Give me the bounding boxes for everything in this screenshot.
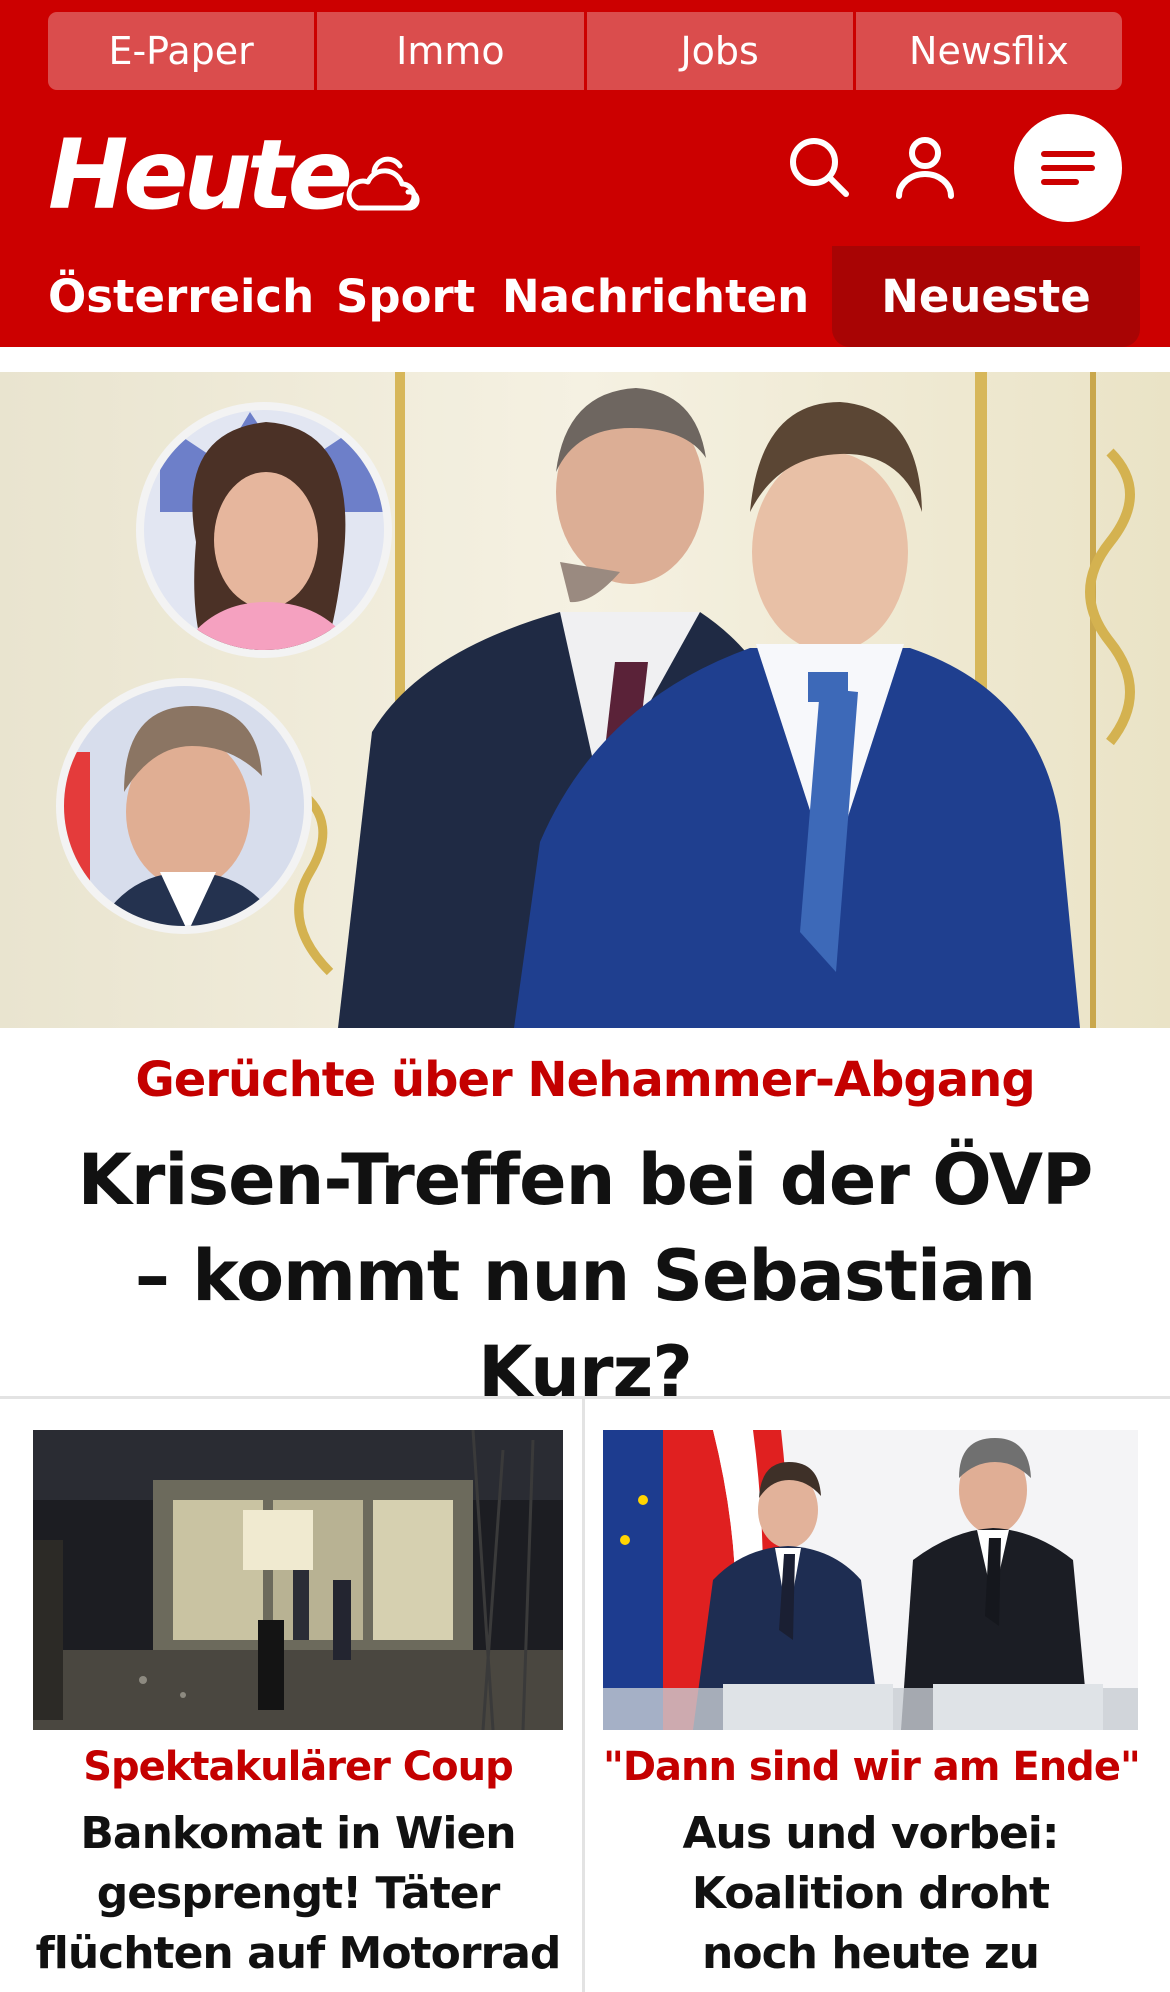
hero-image[interactable] (0, 372, 1170, 1028)
top-nav-item-epaper[interactable]: E-Paper (48, 12, 318, 90)
teaser-image-coalition[interactable] (603, 1430, 1138, 1730)
atm-explosion-photo (33, 1430, 563, 1730)
top-nav-item-jobs[interactable]: Jobs (586, 12, 856, 90)
press-conference-photo (603, 1430, 1138, 1730)
main-nav-item-sport[interactable]: Sport (336, 246, 475, 347)
top-nav: E-Paper Immo Jobs Newsflix (48, 12, 1122, 90)
teaser-headline-atm[interactable]: Bankomat in Wien gesprengt! Täter flücht… (33, 1804, 563, 1984)
hero-kicker[interactable]: Gerüchte über Nehammer-Abgang (0, 1052, 1170, 1108)
column-divider (582, 1396, 585, 1992)
top-nav-item-immo[interactable]: Immo (317, 12, 587, 90)
main-nav-item-nachrichten[interactable]: Nachrichten (502, 246, 809, 347)
hero-photo (0, 372, 1170, 1028)
site-logo[interactable]: Heute (48, 119, 353, 231)
teaser-kicker-atm[interactable]: Spektakulärer Coup (33, 1744, 563, 1790)
main-nav-item-oesterreich[interactable]: Österreich (48, 246, 314, 347)
teaser-headline-coalition[interactable]: Aus und vorbei: Koalition droht noch heu… (630, 1804, 1111, 1992)
section-divider (0, 1396, 1170, 1399)
top-nav-item-newsflix[interactable]: Newsflix (855, 12, 1122, 90)
teaser-image-atm[interactable] (33, 1430, 563, 1730)
search-icon[interactable] (786, 134, 852, 200)
teaser-kicker-coalition[interactable]: "Dann sind wir am Ende" (603, 1744, 1141, 1790)
cloud-sun-icon[interactable] (344, 150, 422, 218)
user-icon[interactable] (892, 134, 958, 200)
hero-headline[interactable]: Krisen-Treffen bei der ÖVP – kommt nun S… (60, 1132, 1110, 1420)
menu-button[interactable] (1014, 114, 1122, 222)
hamburger-menu-icon (1041, 151, 1095, 185)
main-nav-item-neueste[interactable]: Neueste (832, 246, 1140, 347)
